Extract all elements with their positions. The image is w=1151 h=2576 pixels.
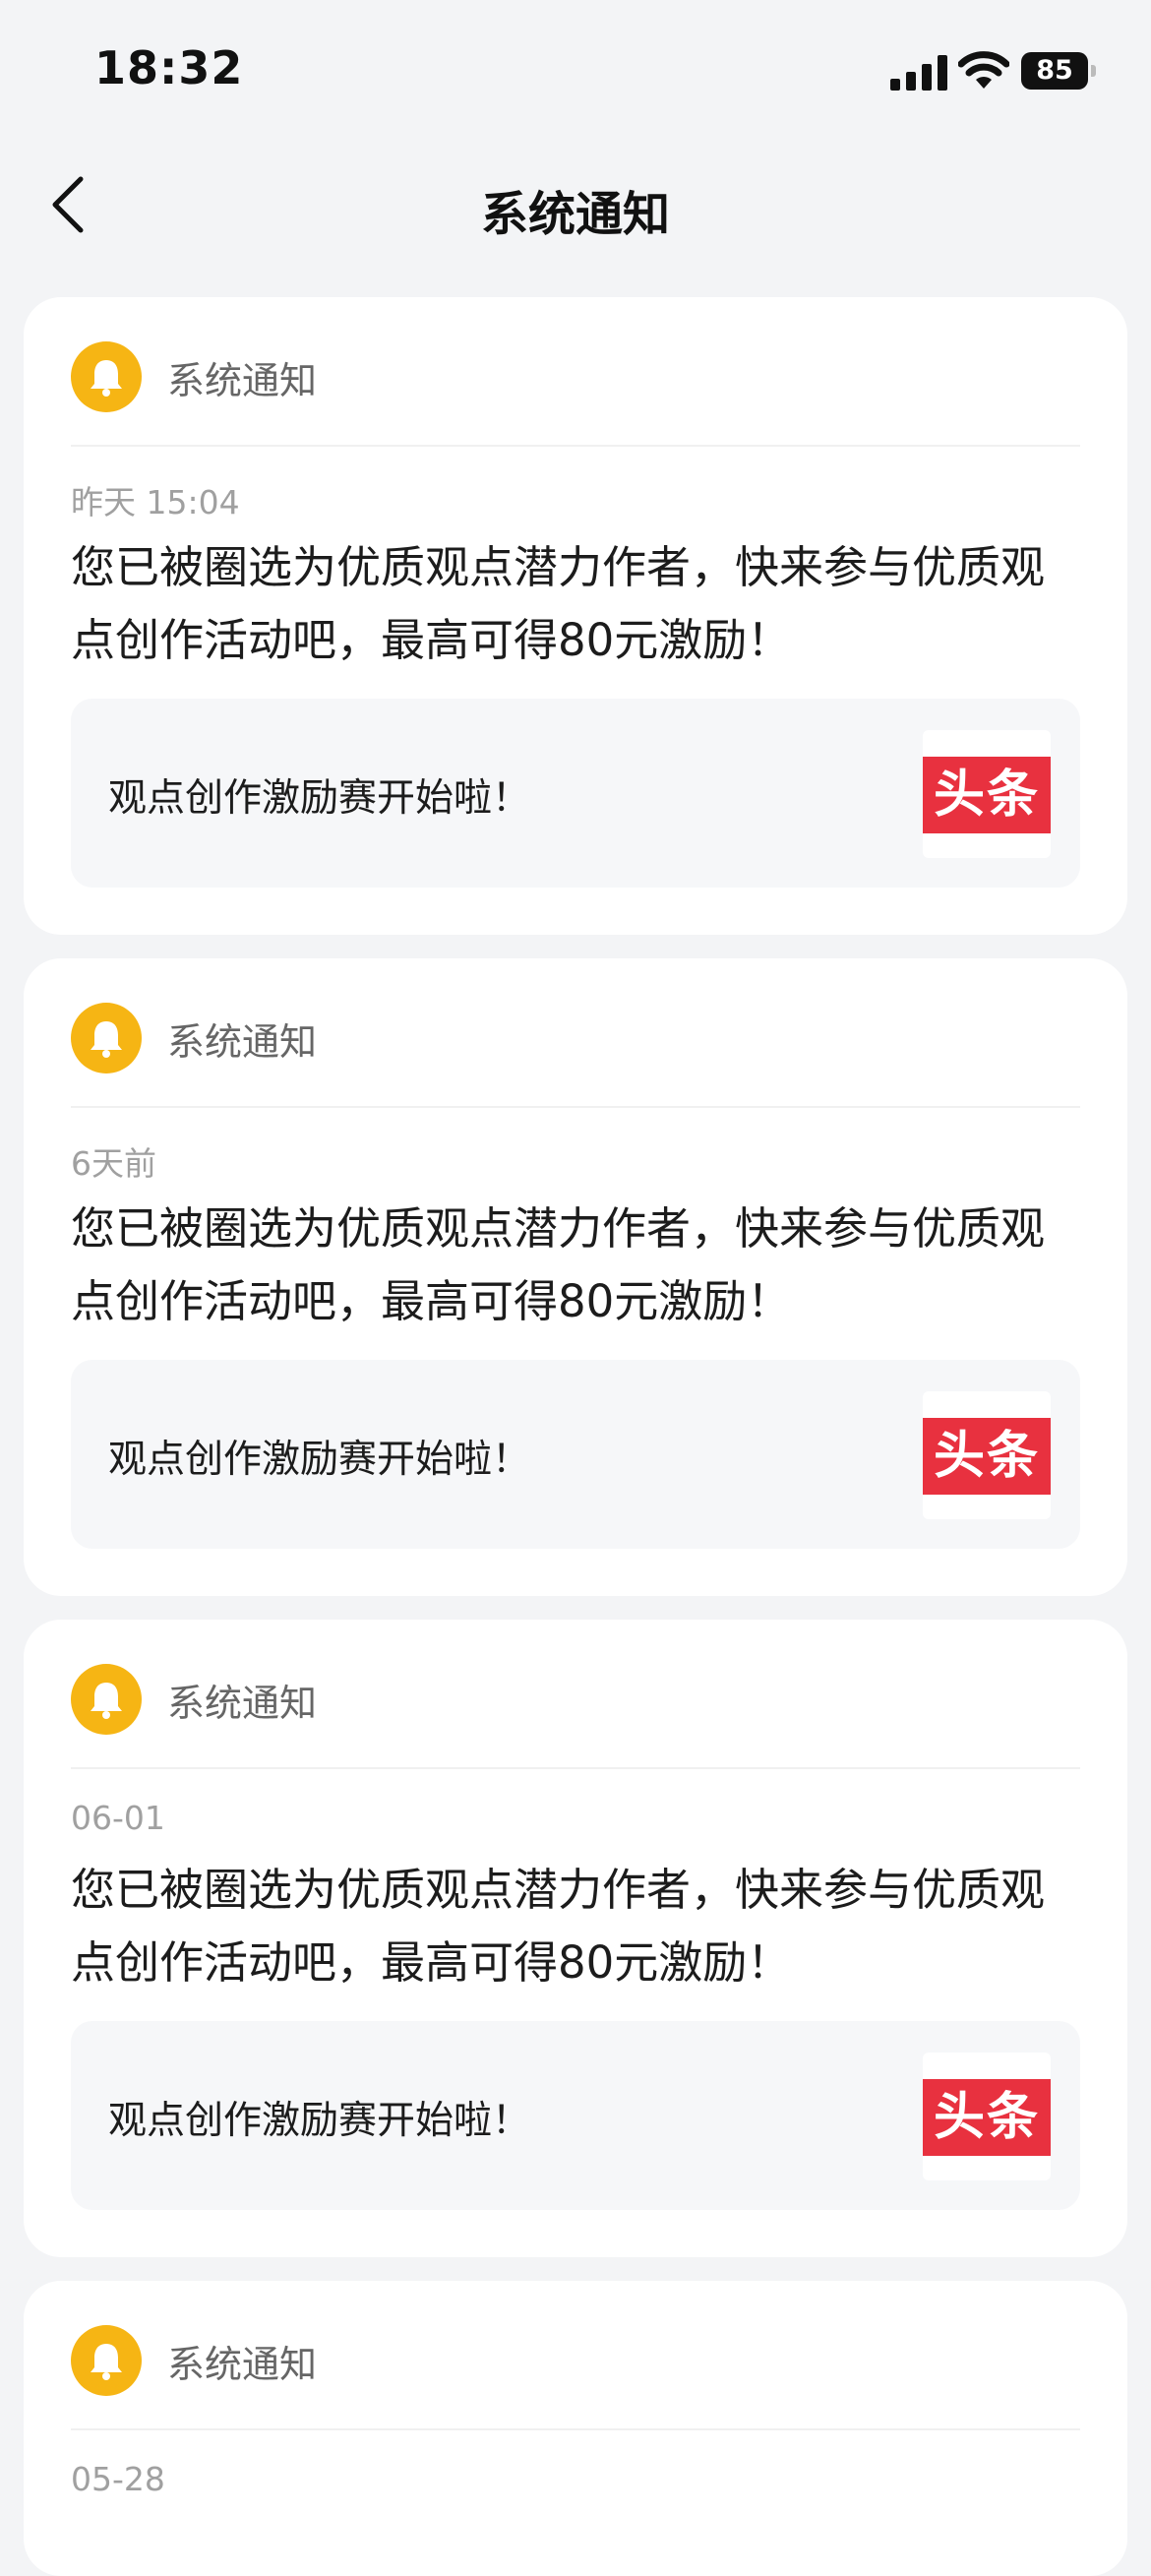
bell-icon <box>71 2325 142 2396</box>
bell-icon <box>71 1664 142 1735</box>
status-time: 18:32 <box>94 41 244 94</box>
card-header: 系统通知 <box>71 1664 318 1735</box>
activity-link-card[interactable]: 观点创作激励赛开始啦！ 头条 <box>71 699 1080 888</box>
sender-name: 系统通知 <box>167 1019 318 1064</box>
notification-time: 05-28 <box>71 2460 165 2498</box>
card-header: 系统通知 <box>71 2325 318 2396</box>
thumbnail: 头条 <box>923 730 1051 858</box>
bell-icon <box>71 341 142 412</box>
link-title: 观点创作激励赛开始啦！ <box>108 776 531 821</box>
divider <box>71 445 1080 447</box>
notification-message: 您已被圈选为优质观点潜力作者，快来参与优质观点创作活动吧，最高可得80元激励！ <box>71 1864 1046 1989</box>
activity-link-card[interactable]: 观点创作激励赛开始啦！ 头条 <box>71 1360 1080 1549</box>
divider <box>71 1106 1080 1108</box>
link-title: 观点创作激励赛开始啦！ <box>108 2099 531 2143</box>
toutiao-logo: 头条 <box>923 757 1051 833</box>
status-bar: 18:32 85 <box>0 0 1151 148</box>
notification-card: 系统通知 昨天 15:04 您已被圈选为优质观点潜力作者，快来参与优质观点创作活… <box>24 297 1127 935</box>
activity-link-card[interactable]: 观点创作激励赛开始啦！ 头条 <box>71 2021 1080 2210</box>
toutiao-logo: 头条 <box>923 1418 1051 1495</box>
divider <box>71 1767 1080 1769</box>
notification-message: 您已被圈选为优质观点潜力作者，快来参与优质观点创作活动吧，最高可得80元激励！ <box>71 541 1046 666</box>
wifi-icon <box>958 51 1009 89</box>
bell-icon <box>71 1003 142 1073</box>
notification-message: 您已被圈选为优质观点潜力作者，快来参与优质观点创作活动吧，最高可得80元激励！ <box>71 1202 1046 1327</box>
card-header: 系统通知 <box>71 1003 318 1073</box>
sender-name: 系统通知 <box>167 2342 318 2386</box>
battery-icon: 85 <box>1021 52 1096 90</box>
notification-time: 昨天 15:04 <box>71 483 240 521</box>
battery-level: 85 <box>1021 52 1088 90</box>
toutiao-logo: 头条 <box>923 2079 1051 2156</box>
signal-icon <box>890 55 947 91</box>
thumbnail: 头条 <box>923 2053 1051 2180</box>
sender-name: 系统通知 <box>167 358 318 402</box>
notification-time: 06-01 <box>71 1799 165 1837</box>
page-title: 系统通知 <box>480 187 670 242</box>
sender-name: 系统通知 <box>167 1681 318 1725</box>
divider <box>71 2428 1080 2430</box>
notification-card: 系统通知 05-28 <box>24 2281 1127 2576</box>
notification-time: 6天前 <box>71 1144 156 1183</box>
battery-nub <box>1091 65 1096 77</box>
card-header: 系统通知 <box>71 341 318 412</box>
notification-card: 系统通知 06-01 您已被圈选为优质观点潜力作者，快来参与优质观点创作活动吧，… <box>24 1620 1127 2257</box>
link-title: 观点创作激励赛开始啦！ <box>108 1438 531 1482</box>
thumbnail: 头条 <box>923 1391 1051 1519</box>
notification-card: 系统通知 6天前 您已被圈选为优质观点潜力作者，快来参与优质观点创作活动吧，最高… <box>24 958 1127 1596</box>
